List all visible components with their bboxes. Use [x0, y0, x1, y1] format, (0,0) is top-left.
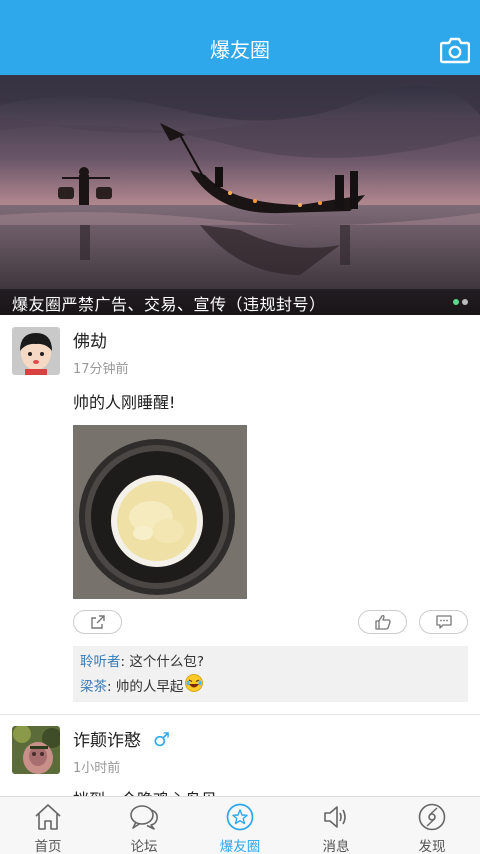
tab-discover[interactable]: 发现	[384, 797, 480, 854]
home-icon	[33, 803, 63, 831]
share-button[interactable]	[73, 610, 122, 634]
avatar[interactable]	[12, 327, 60, 375]
banner-caption: 爆友圈严禁广告、交易、宣传（违规封号）	[12, 295, 326, 314]
star-circle-icon	[225, 803, 255, 831]
avatar[interactable]	[12, 726, 60, 774]
post-time: 17分钟前	[73, 362, 129, 377]
tab-friends-circle[interactable]: 爆友圈	[192, 797, 288, 854]
thumbs-up-icon	[374, 615, 391, 630]
post-username[interactable]: 诈颠诈憨	[73, 731, 141, 751]
tab-label: 论坛	[130, 839, 158, 854]
tab-forum[interactable]: 论坛	[96, 797, 192, 854]
share-icon	[90, 615, 105, 629]
chat-bubbles-icon	[129, 803, 159, 831]
comment-item[interactable]: 梁茶: 帅的人早起	[80, 674, 461, 700]
comment-text: 这个什么包?	[129, 654, 205, 670]
tab-label: 发现	[418, 839, 446, 854]
bottom-tab-bar: 首页 论坛 爆友圈 消息 发现	[0, 796, 480, 854]
banner-caption-bar: 爆友圈严禁广告、交易、宣传（违规封号）	[0, 289, 480, 315]
carousel-indicator	[453, 299, 468, 305]
title-bar: 爆友圈	[0, 0, 480, 75]
camera-icon[interactable]	[439, 36, 471, 64]
laughing-crying-emoji-icon	[185, 674, 204, 700]
tab-label: 首页	[34, 839, 62, 854]
tab-messages[interactable]: 消息	[288, 797, 384, 854]
tab-label: 消息	[322, 839, 350, 854]
comment-item[interactable]: 聆听者: 这个什么包?	[80, 651, 461, 674]
speaker-icon	[321, 803, 351, 831]
post-item: 诈颠诈憨 ♂ 1小时前 挡到，今晚鸡心鸟贝	[0, 715, 480, 796]
comment-list: 聆听者: 这个什么包? 梁茶: 帅的人早起	[73, 646, 468, 702]
comment-author[interactable]: 聆听者	[80, 654, 121, 670]
post-username-row: 诈颠诈憨 ♂	[73, 726, 170, 751]
post-text: 帅的人刚睡醒!	[73, 393, 176, 412]
carousel-dot[interactable]	[462, 299, 468, 305]
page-title: 爆友圈	[210, 38, 270, 62]
tab-label: 爆友圈	[219, 839, 261, 854]
comment-separator: :	[107, 679, 116, 695]
post-image[interactable]	[73, 425, 247, 599]
post-username[interactable]: 佛劫	[73, 327, 107, 352]
comment-icon	[435, 615, 452, 629]
comment-button[interactable]	[419, 610, 468, 634]
post-time: 1小时前	[73, 761, 121, 776]
disc-icon	[417, 803, 447, 831]
comment-text: 帅的人早起	[115, 679, 184, 695]
post-item: 佛劫 17分钟前 帅的人刚睡醒! 聆听者: 这个什么包? 梁茶: 帅的人早起	[0, 315, 480, 713]
banner-carousel[interactable]: 爆友圈严禁广告、交易、宣传（违规封号）	[0, 75, 480, 315]
carousel-dot[interactable]	[453, 299, 459, 305]
comment-author[interactable]: 梁茶	[80, 679, 107, 695]
tab-home[interactable]: 首页	[0, 797, 96, 854]
like-button[interactable]	[358, 610, 407, 634]
banner-image	[0, 75, 480, 315]
post-text: 挡到，今晚鸡心鸟贝	[73, 786, 217, 796]
male-gender-icon: ♂	[153, 729, 171, 751]
